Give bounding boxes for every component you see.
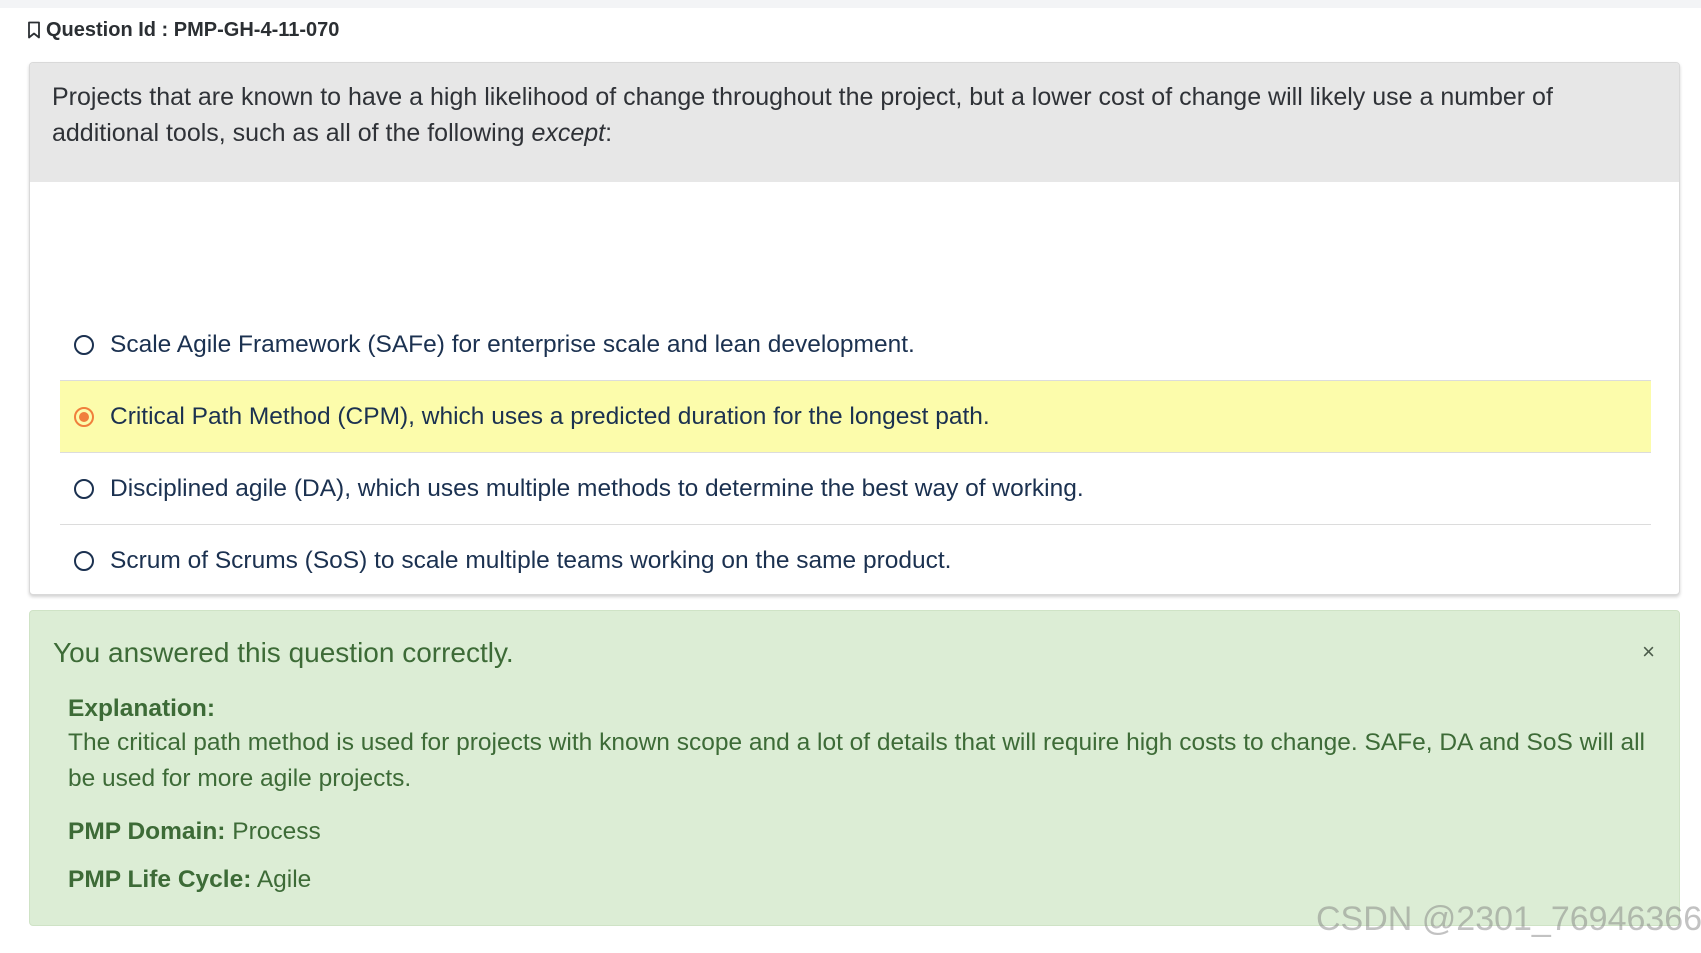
question-text-end: : — [605, 119, 613, 147]
close-icon[interactable]: × — [1642, 641, 1655, 663]
answer-option-label: Scale Agile Framework (SAFe) for enterpr… — [110, 330, 915, 358]
domain-value: Process — [232, 818, 321, 845]
question-text-main: Projects that are known to have a high l… — [52, 83, 1553, 147]
answer-option[interactable]: Scrum of Scrums (SoS) to scale multiple … — [60, 525, 1651, 594]
answer-option[interactable]: Critical Path Method (CPM), which uses a… — [60, 381, 1651, 453]
top-strip — [0, 0, 1701, 8]
radio-icon[interactable] — [74, 334, 94, 355]
answer-option-label: Scrum of Scrums (SoS) to scale multiple … — [110, 546, 952, 574]
question-text-emphasis: except — [531, 119, 606, 147]
feedback-title: You answered this question correctly. — [53, 637, 514, 668]
question-card: Projects that are known to have a high l… — [29, 62, 1680, 595]
lifecycle-label: PMP Life Cycle: — [68, 866, 252, 893]
bookmark-icon[interactable] — [27, 21, 41, 39]
watermark: CSDN @2301_76946366 — [1316, 900, 1701, 938]
answer-option-label: Critical Path Method (CPM), which uses a… — [110, 402, 990, 430]
answer-options: Scale Agile Framework (SAFe) for enterpr… — [60, 309, 1651, 594]
domain-label: PMP Domain: — [68, 818, 226, 845]
lifecycle-value: Agile — [256, 866, 312, 893]
feedback-body: Explanation: The critical path method is… — [68, 695, 1668, 897]
question-id-label: Question Id : — [46, 18, 174, 41]
explanation-text: The critical path method is used for pro… — [68, 729, 1645, 792]
question-id-value: PMP-GH-4-11-070 — [173, 18, 340, 41]
feedback-alert: You answered this question correctly. × … — [29, 610, 1680, 926]
explanation-label: Explanation: — [68, 695, 216, 722]
radio-icon[interactable] — [74, 406, 94, 427]
answer-option-label: Disciplined agile (DA), which uses multi… — [110, 474, 1084, 502]
question-id-header: Question Id : PMP-GH-4-11-070 — [27, 18, 339, 42]
radio-icon[interactable] — [74, 478, 94, 499]
question-text: Projects that are known to have a high l… — [30, 63, 1679, 182]
radio-icon[interactable] — [74, 550, 94, 571]
answer-option[interactable]: Scale Agile Framework (SAFe) for enterpr… — [60, 309, 1651, 381]
answer-option[interactable]: Disciplined agile (DA), which uses multi… — [60, 453, 1651, 525]
